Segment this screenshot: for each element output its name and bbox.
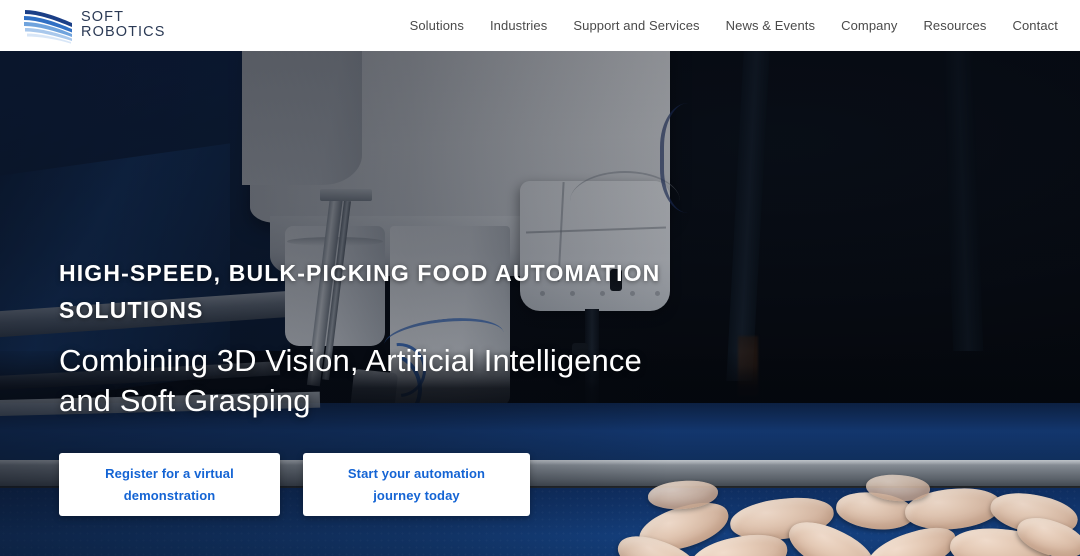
register-demo-button[interactable]: Register for a virtual demonstration [59, 453, 280, 516]
hero-cta-group: Register for a virtual demonstration Sta… [59, 453, 530, 516]
hero-headline: HIGH-SPEED, BULK-PICKING FOOD AUTOMATION… [59, 260, 661, 323]
hero-banner: HIGH-SPEED, BULK-PICKING FOOD AUTOMATION… [0, 51, 1080, 556]
nav-item-contact[interactable]: Contact [999, 18, 1058, 33]
site-header: SOFT ROBOTICS Solutions Industries Suppo… [0, 0, 1080, 51]
logo-wordmark-line1: SOFT [81, 9, 125, 26]
logo-wordmark-line2: ROBOTICS [81, 24, 166, 40]
nav-item-industries[interactable]: Industries [477, 18, 560, 33]
page-root: SOFT ROBOTICS Solutions Industries Suppo… [0, 0, 1080, 556]
hero-subheadline: Combining 3D Vision, Artificial Intellig… [59, 343, 642, 418]
start-automation-button[interactable]: Start your automation journey today [303, 453, 530, 516]
soft-robotics-swoosh-icon [24, 10, 72, 44]
nav-item-support[interactable]: Support and Services [560, 18, 712, 33]
nav-item-resources[interactable]: Resources [910, 18, 999, 33]
nav-item-solutions[interactable]: Solutions [397, 18, 477, 33]
site-logo[interactable]: SOFT ROBOTICS [22, 6, 166, 44]
main-navigation: Solutions Industries Support and Service… [397, 0, 1058, 51]
logo-wordmark: SOFT ROBOTICS [81, 10, 166, 40]
nav-item-news-events[interactable]: News & Events [713, 18, 828, 33]
nav-item-company[interactable]: Company [828, 18, 910, 33]
